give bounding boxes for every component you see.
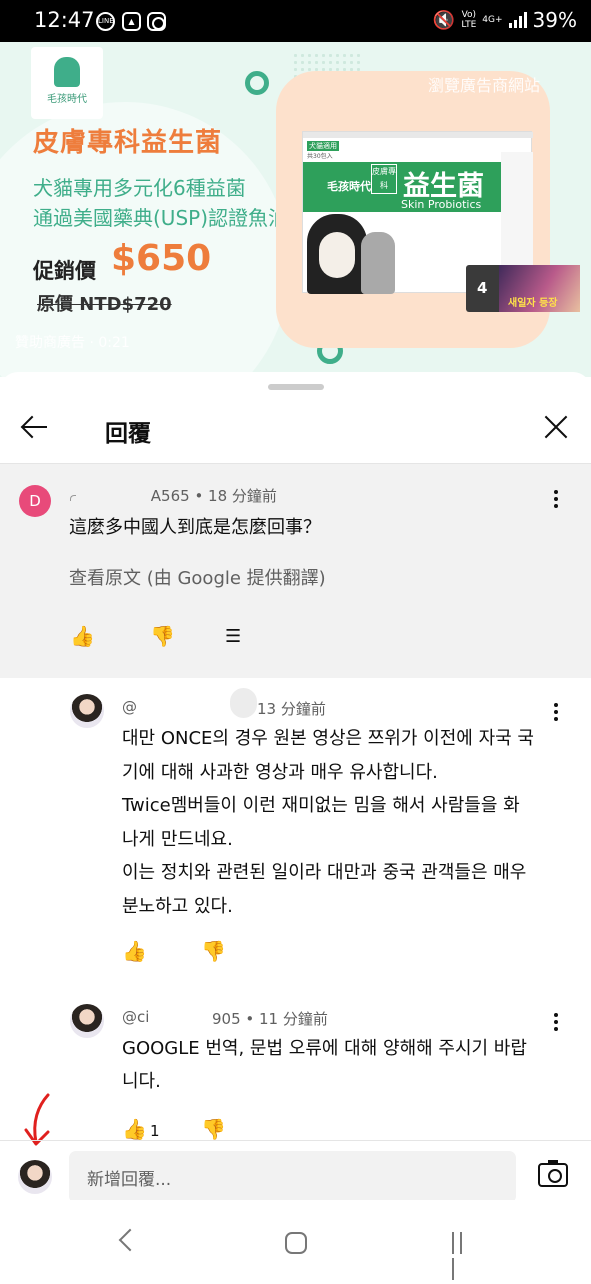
more-options-icon[interactable] — [554, 490, 558, 511]
reply-handle[interactable]: @ — [122, 698, 137, 716]
parent-comment: D A565 • 18 分鐘前 這麼多中國人到底是怎麼回事？ 查看原文 (由 G… — [0, 463, 591, 678]
product-subtitle: Skin Probiotics — [401, 198, 482, 211]
camera-icon[interactable] — [538, 1160, 568, 1187]
volte-indicator: Vo) LTE — [461, 10, 477, 30]
reply-icon[interactable]: ☰ — [225, 626, 251, 650]
battery-level: 39% — [532, 8, 577, 32]
more-options-icon[interactable] — [554, 1013, 558, 1034]
brand-logo: 毛孩時代 — [31, 47, 103, 119]
ad-headline: 皮膚專科益生菌 — [33, 128, 223, 158]
reply-line: 대만 ONCE의 경우 원본 영상은 쯔위가 이전에 자국 국 — [122, 728, 534, 749]
comment-text: 這麼多中國人到底是怎麼回事？ — [69, 517, 321, 538]
thumbs-up-icon[interactable]: 👍 — [122, 940, 148, 964]
drag-handle[interactable] — [268, 384, 324, 390]
nav-recents-icon[interactable] — [452, 1232, 474, 1280]
network-type: 4G+ — [482, 15, 503, 25]
reply-time: 13 分鐘前 — [257, 700, 326, 718]
reply-line: Twice멤버들이 이런 재미없는 밈을 해서 사람들을 화 — [122, 795, 520, 816]
sheet-title: 回覆 — [105, 421, 151, 447]
arrow-left-icon[interactable] — [20, 412, 50, 442]
replies-sheet: 回覆 D A565 • 18 分鐘前 這麼多中國人到底是怎麼回事？ 查看原文 (… — [0, 372, 591, 1280]
avatar[interactable] — [70, 694, 104, 728]
ad-feature-2: 通過美國藥典(USP)認證魚油 — [33, 206, 288, 230]
see-original-link[interactable]: 查看原文 (由 Google 提供翻譯) — [69, 564, 326, 590]
box-label: 皮膚專科 — [371, 164, 397, 194]
mini-player[interactable]: 4 새일자 등장 — [466, 265, 580, 312]
thumbs-down-icon[interactable]: 👎 — [201, 940, 227, 964]
visit-advertiser-link[interactable]: 瀏覽廣告商網站 — [428, 72, 540, 96]
avatar[interactable]: D — [19, 485, 51, 517]
cat-logo-icon — [54, 57, 80, 87]
price-label: 促銷價 — [33, 259, 96, 283]
video-ad-banner[interactable]: 毛孩時代 皮膚專科益生菌 犬貓專用多元化6種益菌 通過美國藥典(USP)認證魚油… — [0, 42, 591, 377]
brand-name: 毛孩時代 — [47, 94, 87, 105]
like-count: 1 — [150, 1122, 160, 1140]
reply-line: 기에 대해 사과한 영상과 매우 유사합니다. — [122, 762, 438, 783]
reply-input[interactable]: 新增回覆... — [69, 1151, 516, 1203]
nav-back-icon[interactable] — [118, 1228, 142, 1252]
comment-meta: A565 • 18 分鐘前 — [150, 487, 277, 505]
gallery-icon: ▲ — [122, 12, 141, 31]
cat-image — [361, 232, 395, 294]
box-count: 共30包入 — [307, 153, 333, 160]
ad-feature-1: 犬貓專用多元化6種益菌 — [33, 176, 246, 200]
reply-line: 니다. — [122, 1071, 161, 1092]
more-options-icon[interactable] — [554, 703, 558, 724]
close-icon[interactable] — [541, 412, 571, 442]
system-nav-bar — [0, 1200, 591, 1280]
reply-line: 분노하고 있다. — [122, 896, 233, 917]
promo-price: $650 — [111, 238, 212, 279]
reply-line: 나게 만드네요. — [122, 829, 233, 850]
reply-line: 이는 정치와 관련된 일이라 대만과 중국 관객들은 매우 — [122, 862, 527, 883]
redacted-username — [70, 495, 76, 501]
avatar — [18, 1160, 52, 1194]
original-price: 原價 NTD$720 — [37, 294, 172, 315]
thumbs-down-icon[interactable]: 👎 — [150, 625, 176, 649]
mute-icon: 🔇 — [432, 9, 456, 31]
box-tag: 犬貓適用 — [307, 141, 339, 151]
thumbs-up-icon[interactable]: 👍 — [70, 625, 96, 649]
dog-image — [307, 214, 367, 294]
thumbs-down-icon[interactable]: 👎 — [201, 1118, 227, 1142]
signal-icon — [508, 12, 527, 28]
decor-ring — [245, 71, 269, 95]
sponsored-label: 贊助商廣告 · 0:21 — [15, 335, 130, 351]
reply-meta: 905 • 11 分鐘前 — [212, 1010, 328, 1028]
avatar[interactable] — [70, 1004, 104, 1038]
nav-home-icon[interactable] — [285, 1232, 307, 1254]
instagram-icon — [147, 12, 166, 31]
reply-line: GOOGLE 번역, 문법 오류에 대해 양해해 주시기 바랍 — [122, 1038, 527, 1059]
status-time: 12:47 — [34, 8, 95, 32]
box-brand: 毛孩時代 — [327, 180, 371, 193]
status-bar: 12:47 LINE ▲ 🔇 Vo) LTE 4G+ 39% — [0, 0, 591, 42]
thumbs-up-icon[interactable]: 👍 — [122, 1118, 148, 1142]
status-indicators: 🔇 Vo) LTE 4G+ 39% — [433, 8, 577, 32]
reply-handle[interactable]: @ci — [122, 1008, 149, 1026]
line-icon: LINE — [96, 12, 115, 31]
thumbnail-caption: 새일자 등장 — [508, 298, 558, 309]
redacted-username — [230, 688, 257, 718]
playlist-count: 4 — [477, 279, 488, 297]
